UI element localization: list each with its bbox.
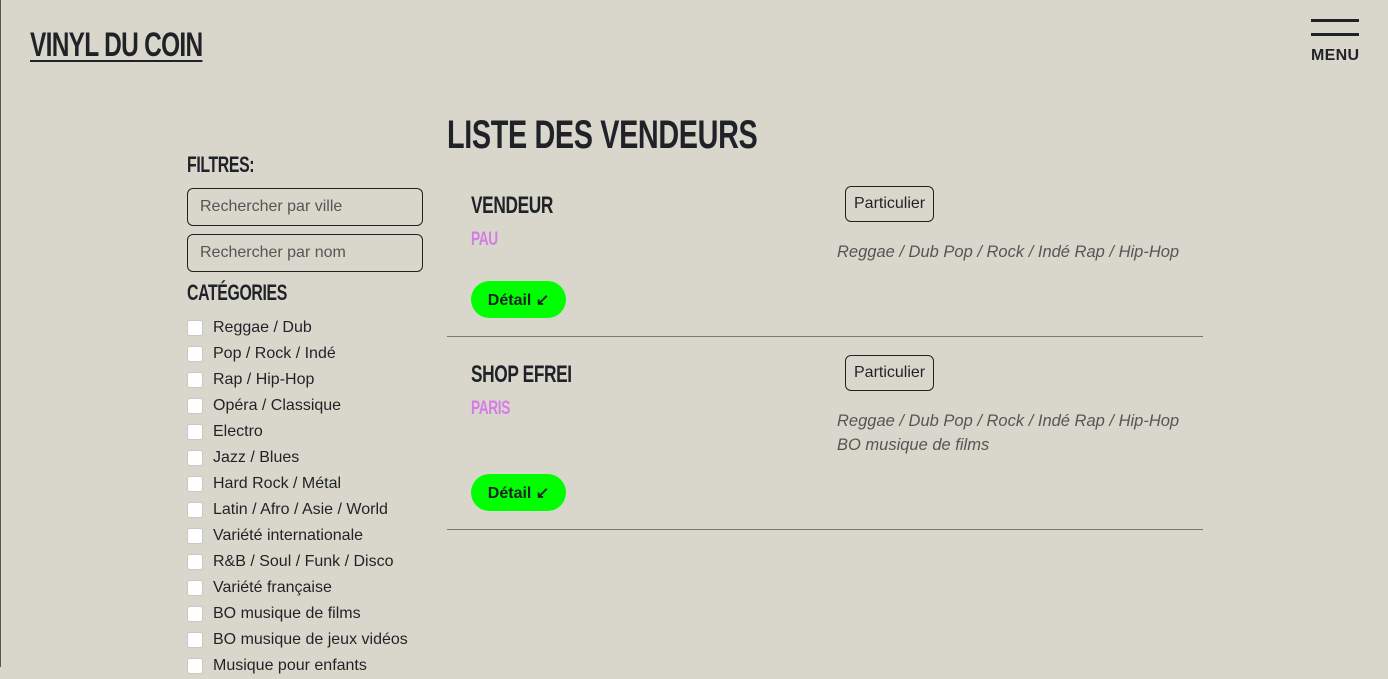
menu-button[interactable]: MENU <box>1311 19 1359 65</box>
seller-name: SHOP EFREI <box>471 361 572 388</box>
category-checkbox[interactable] <box>187 450 203 466</box>
category-item[interactable]: Electro <box>187 419 408 445</box>
category-label: Musique pour enfants <box>213 657 367 674</box>
category-label: R&B / Soul / Funk / Disco <box>213 553 394 570</box>
hamburger-icon-bar-top <box>1311 19 1359 22</box>
category-item[interactable]: Reggae / Dub <box>187 315 408 341</box>
seller-genres: Reggae / Dub Pop / Rock / Indé Rap / Hip… <box>837 409 1197 457</box>
category-item[interactable]: Hard Rock / Métal <box>187 471 408 497</box>
seller-city: PAU <box>471 229 498 250</box>
categories-title: CATÉGORIES <box>187 280 287 305</box>
city-search-input[interactable] <box>187 188 423 226</box>
category-item[interactable]: R&B / Soul / Funk / Disco <box>187 549 408 575</box>
seller-name: VENDEUR <box>471 192 553 219</box>
seller-genres-line: Reggae / Dub Pop / Rock / Indé Rap / Hip… <box>837 412 1180 430</box>
category-item[interactable]: Variété internationale <box>187 523 408 549</box>
seller-genres-line: Reggae / Dub Pop / Rock / Indé Rap / Hip… <box>837 243 1180 261</box>
category-checkbox[interactable] <box>187 424 203 440</box>
category-label: BO musique de films <box>213 605 361 622</box>
category-label: Rap / Hip-Hop <box>213 371 315 388</box>
detail-button[interactable]: Détail ↙ <box>471 281 566 318</box>
category-label: BO musique de jeux vidéos <box>213 631 408 648</box>
seller-type-badge[interactable]: Particulier <box>845 186 935 222</box>
seller-genres: Reggae / Dub Pop / Rock / Indé Rap / Hip… <box>837 240 1197 264</box>
category-item[interactable]: Jazz / Blues <box>187 445 408 471</box>
menu-label: MENU <box>1311 47 1360 64</box>
hamburger-icon-bar-bottom <box>1311 33 1359 36</box>
category-checkbox[interactable] <box>187 398 203 414</box>
category-label: Variété française <box>213 579 332 596</box>
category-checkbox[interactable] <box>187 528 203 544</box>
seller-type-badge[interactable]: Particulier <box>845 355 935 391</box>
category-item[interactable]: BO musique de films <box>187 601 408 627</box>
category-item[interactable]: BO musique de jeux vidéos <box>187 627 408 653</box>
category-label: Opéra / Classique <box>213 397 342 414</box>
detail-button[interactable]: Détail ↙ <box>471 474 566 511</box>
category-item[interactable]: Variété française <box>187 575 408 601</box>
category-label: Electro <box>213 423 263 440</box>
category-label: Jazz / Blues <box>213 449 300 466</box>
category-label: Variété internationale <box>213 527 364 544</box>
category-item[interactable]: Opéra / Classique <box>187 393 408 419</box>
category-label: Latin / Afro / Asie / World <box>213 501 388 518</box>
category-checkbox[interactable] <box>187 320 203 336</box>
category-label: Reggae / Dub <box>213 319 312 336</box>
brand-logo-link[interactable]: VINYL DU COIN <box>30 26 203 65</box>
seller-genres-line: BO musique de films <box>837 436 990 454</box>
seller-city: PARIS <box>471 398 511 419</box>
category-checkbox[interactable] <box>187 554 203 570</box>
seller-card: SHOP EFREI PARIS Particulier Reggae / Du… <box>447 347 1203 530</box>
category-item[interactable]: Rap / Hip-Hop <box>187 367 408 393</box>
category-checkbox[interactable] <box>187 580 203 596</box>
category-checkbox[interactable] <box>187 346 203 362</box>
category-checkbox[interactable] <box>187 476 203 492</box>
page-title: LISTE DES VENDEURS <box>447 113 758 157</box>
category-item[interactable]: Musique pour enfants <box>187 653 408 679</box>
category-checkbox[interactable] <box>187 606 203 622</box>
category-item[interactable]: Latin / Afro / Asie / World <box>187 497 408 523</box>
category-checkbox[interactable] <box>187 632 203 648</box>
name-search-input[interactable] <box>187 234 423 272</box>
category-checkbox[interactable] <box>187 658 203 674</box>
category-item[interactable]: Pop / Rock / Indé <box>187 341 408 367</box>
category-label: Hard Rock / Métal <box>213 475 342 492</box>
seller-card: VENDEUR PAU Particulier Reggae / Dub Pop… <box>447 178 1203 337</box>
category-label: Pop / Rock / Indé <box>213 345 336 362</box>
filters-title: FILTRES: <box>187 152 255 177</box>
category-checkbox[interactable] <box>187 372 203 388</box>
category-checkbox[interactable] <box>187 502 203 518</box>
category-list: Reggae / Dub Pop / Rock / Indé Rap / Hip… <box>187 315 408 679</box>
